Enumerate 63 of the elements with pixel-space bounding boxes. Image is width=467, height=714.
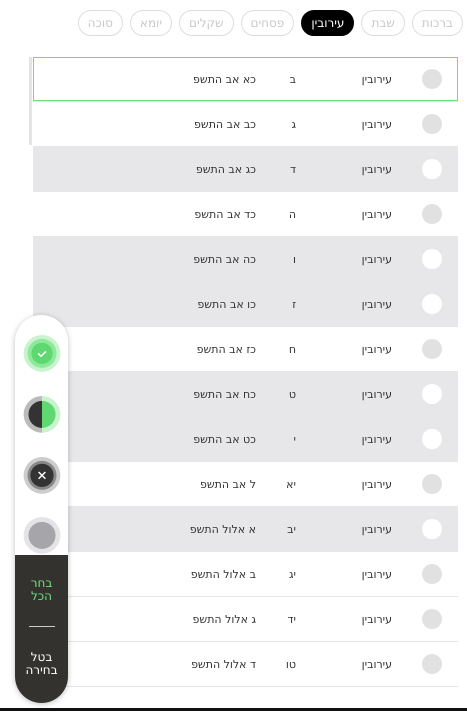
select-all-button[interactable]: בחר הכל [22, 576, 62, 603]
tractate-cell-text: עירובין [360, 162, 392, 176]
daf-cell-text: ג [290, 118, 296, 130]
tractate-cell-text: עירובין [360, 388, 392, 400]
date-cell: ד אלול התשפ [191, 658, 256, 670]
date-cell: כז אב התשפ [196, 342, 256, 356]
select-circle[interactable] [422, 114, 442, 134]
check-icon[interactable] [22, 334, 62, 373]
daf-cell-text: ח [288, 342, 296, 356]
date-cell: כה אב התשפ [193, 252, 256, 266]
date-cell: א אלול התשפ [190, 522, 256, 536]
cancel-selection-button[interactable]: בטל בחירה [20, 651, 64, 678]
select-circle[interactable] [422, 429, 442, 449]
select-circle[interactable] [422, 204, 442, 224]
tractate-cell-text: עירובין [360, 522, 392, 536]
daf-cell-text: יא [285, 478, 296, 490]
date-cell: כו אב התשפ [197, 298, 256, 310]
empty-circle-icon[interactable] [22, 516, 62, 555]
daf-cell-text: ב [288, 72, 296, 86]
close-icon[interactable] [22, 456, 62, 494]
date-cell: כג אב התשפ [196, 162, 256, 176]
date-cell: ל אב התשפ [200, 478, 256, 490]
select-circle[interactable] [422, 339, 442, 359]
daf-cell-text: ו [292, 252, 296, 266]
tractate-cell-text: עירובין [360, 208, 392, 220]
tractate-cell-text: עירובין [360, 252, 392, 266]
date-cell: כב אב התשפ [194, 118, 256, 130]
tractate-cell-text: עירובין [360, 478, 392, 490]
tractate-cell-text: עירובין [360, 432, 392, 446]
daf-cell-text: יב [286, 522, 296, 536]
date-cell: ג אלול התשפ [192, 612, 256, 626]
daf-cell-text: יד [286, 612, 296, 626]
tractate-cell-text: עירובין [360, 342, 392, 356]
select-circle[interactable] [422, 654, 442, 674]
date-cell: כד אב התשפ [194, 208, 256, 220]
tractate-cell-text: עירובין [360, 72, 392, 86]
tab[interactable]: עירובין [301, 10, 354, 36]
half-circle-icon[interactable] [22, 394, 62, 434]
select-circle[interactable] [422, 159, 442, 179]
select-circle[interactable] [422, 69, 442, 89]
daf-cell-text: י [292, 432, 296, 446]
daf-cell-text: ה [288, 208, 296, 220]
date-cell: כא אב התשפ [193, 72, 256, 86]
select-circle[interactable] [422, 474, 442, 494]
tractate-cell-text: עירובין [360, 658, 392, 670]
date-cell: כח אב התשפ [193, 388, 256, 400]
daf-cell-text: טו [284, 658, 296, 670]
select-circle[interactable] [422, 609, 442, 629]
tractate-cell-text: עירובין [360, 118, 392, 130]
select-circle[interactable] [422, 384, 442, 404]
daf-cell-text: ז [291, 298, 296, 310]
daf-cell-text: יג [288, 568, 296, 580]
date-cell: ב אלול התשפ [190, 568, 256, 580]
select-circle[interactable] [422, 249, 442, 269]
tractate-cell-text: עירובין [360, 568, 392, 580]
select-circle[interactable] [422, 564, 442, 584]
select-circle[interactable] [422, 294, 442, 314]
select-circle[interactable] [422, 519, 442, 539]
tractate-cell-text: עירובין [360, 298, 392, 310]
daf-cell-text: ד [288, 162, 296, 176]
tractate-cell-text: עירובין [360, 612, 392, 626]
date-cell: כט אב התשפ [193, 432, 256, 446]
daf-cell-text: ט [288, 388, 296, 400]
